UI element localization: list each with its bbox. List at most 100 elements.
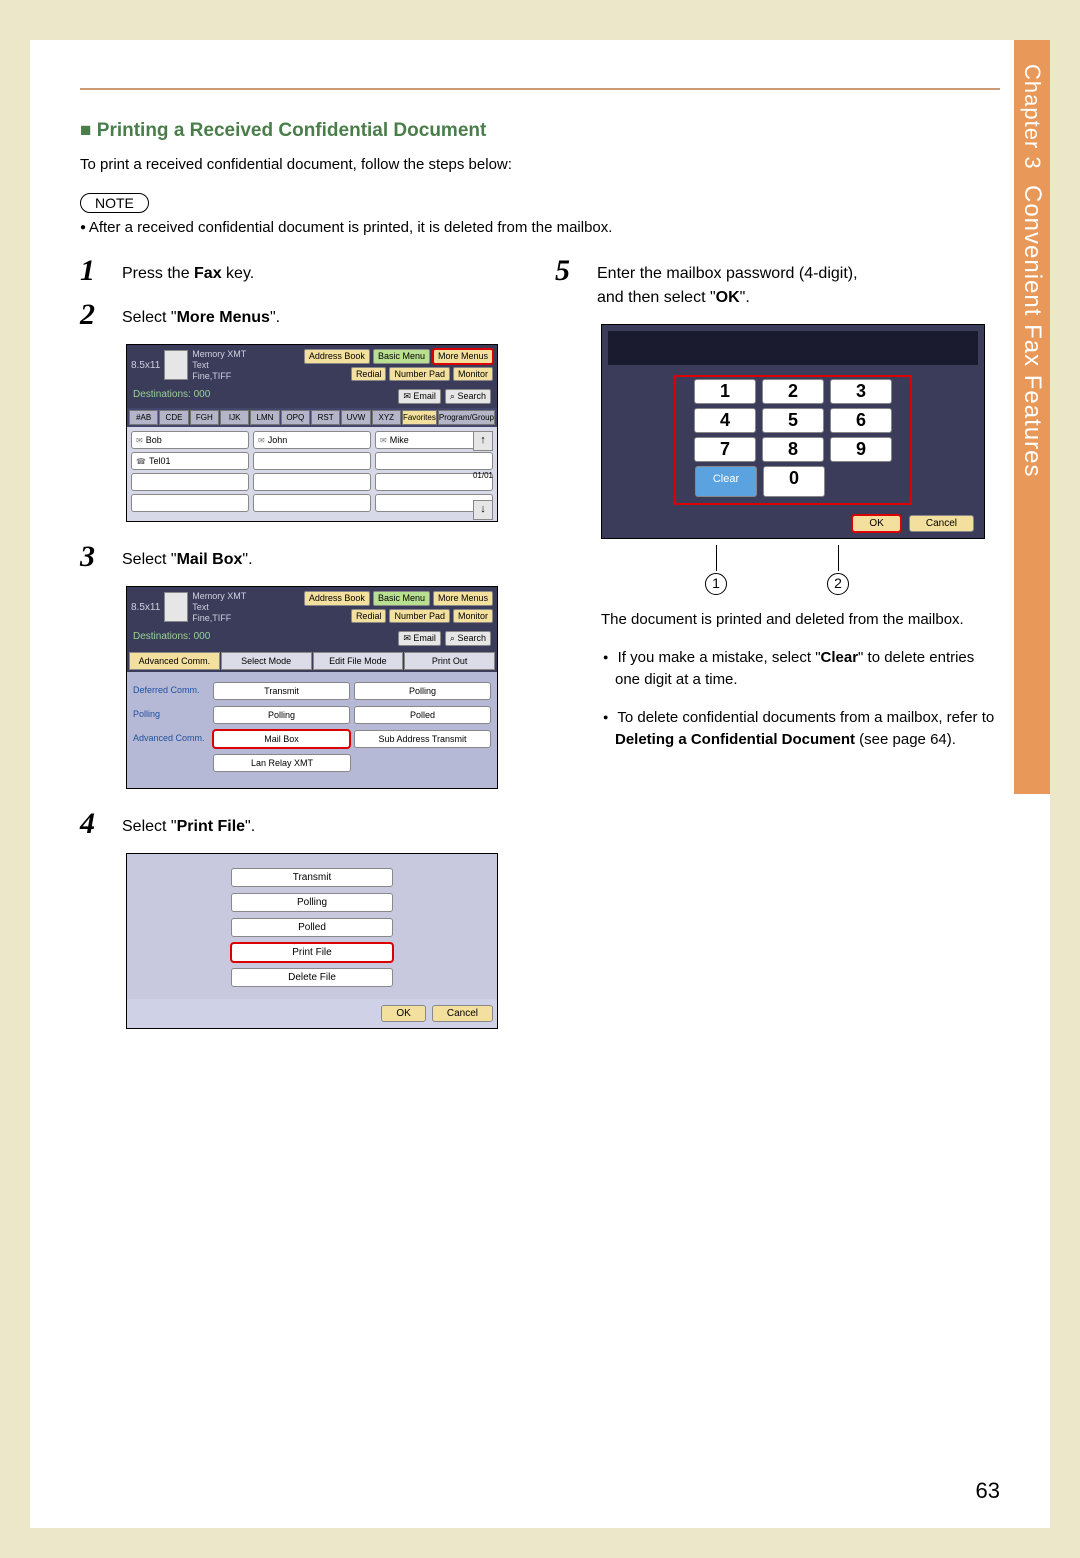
envelope-icon: ✉	[380, 436, 387, 445]
key-1[interactable]: 1	[694, 379, 756, 404]
tab-ab[interactable]: #AB	[129, 410, 158, 425]
tab-select-mode[interactable]: Select Mode	[221, 652, 312, 670]
key-7[interactable]: 7	[694, 437, 756, 462]
chapter-title: Convenient Fax Features	[1018, 185, 1046, 477]
tab-cde[interactable]: CDE	[159, 410, 188, 425]
note-delete: To delete confidential documents from a …	[555, 707, 1000, 752]
chapter-side-tab: Chapter 3 Convenient Fax Features	[1014, 40, 1050, 794]
key-4[interactable]: 4	[694, 408, 756, 433]
callouts: 1 2	[555, 545, 1000, 595]
basic-menu-button[interactable]: Basic Menu	[373, 591, 430, 606]
sub-address-transmit-button[interactable]: Sub Address Transmit	[354, 730, 491, 748]
callout-2: 2	[827, 573, 849, 595]
tab-fgh[interactable]: FGH	[190, 410, 219, 425]
ok-button[interactable]: OK	[381, 1005, 425, 1022]
tab-rst[interactable]: RST	[311, 410, 340, 425]
mail-box-button[interactable]: Mail Box	[213, 730, 350, 748]
key-clear[interactable]: Clear	[695, 466, 757, 497]
email-button[interactable]: ✉ Email	[398, 389, 441, 404]
screenshot-more-menus: 8.5x11 Memory XMT Text Fine,TIFF Address…	[126, 344, 498, 522]
doc-icon	[164, 592, 188, 622]
polled-button[interactable]: Polled	[354, 706, 491, 724]
tab-edit-file-mode[interactable]: Edit File Mode	[313, 652, 404, 670]
phone-icon: ☎	[136, 457, 146, 466]
envelope-icon: ✉	[136, 436, 143, 445]
screenshot-keypad: 1 2 3 4 5 6 7 8 9 Clear	[601, 324, 985, 539]
more-menus-button[interactable]: More Menus	[433, 591, 493, 606]
key-2[interactable]: 2	[762, 379, 824, 404]
columns: 1 Press the Fax key. 2 Select "More Menu…	[80, 256, 1000, 1049]
intro-text: To print a received confidential documen…	[80, 156, 1000, 173]
chapter-label: Chapter 3	[1019, 64, 1045, 170]
note-badge: NOTE	[80, 193, 149, 213]
step-2: 2 Select "More Menus".	[80, 300, 525, 330]
ok-button[interactable]: OK	[852, 515, 900, 532]
basic-menu-button[interactable]: Basic Menu	[373, 349, 430, 364]
page-number: 63	[976, 1478, 1000, 1504]
key-3[interactable]: 3	[830, 379, 892, 404]
tab-print-out[interactable]: Print Out	[404, 652, 495, 670]
key-8[interactable]: 8	[762, 437, 824, 462]
page: Chapter 3 Convenient Fax Features ■ Prin…	[30, 40, 1050, 1528]
tab-favorites[interactable]: Favorites	[402, 410, 437, 425]
polled-button[interactable]: Polled	[231, 918, 393, 937]
result-text: The document is printed and deleted from…	[601, 609, 1000, 632]
alpha-tabs: #AB CDE FGH IJK LMN OPQ RST UVW XYZ Favo…	[127, 408, 497, 427]
tab-ijk[interactable]: IJK	[220, 410, 249, 425]
transmit-button[interactable]: Transmit	[213, 682, 350, 700]
contact-item[interactable]: ☎Tel01	[131, 452, 249, 470]
monitor-button[interactable]: Monitor	[453, 367, 493, 382]
screenshot-mail-box: 8.5x11 Memory XMT Text Fine,TIFF Address…	[126, 586, 498, 789]
contact-item[interactable]: ✉Bob	[131, 431, 249, 449]
callout-1: 1	[705, 573, 727, 595]
note-clear: If you make a mistake, select "Clear" to…	[555, 647, 1000, 692]
polling-button[interactable]: Polling	[231, 893, 393, 912]
search-button[interactable]: ⌕ Search	[445, 389, 491, 404]
polling-button[interactable]: Polling	[354, 682, 491, 700]
step-3: 3 Select "Mail Box".	[80, 542, 525, 572]
number-pad-button[interactable]: Number Pad	[389, 609, 450, 624]
polling-button[interactable]: Polling	[213, 706, 350, 724]
key-9[interactable]: 9	[830, 437, 892, 462]
envelope-icon: ✉	[258, 436, 265, 445]
tab-advanced-comm[interactable]: Advanced Comm.	[129, 652, 220, 670]
section-heading: ■ Printing a Received Confidential Docum…	[80, 120, 1000, 142]
contact-item[interactable]: ✉John	[253, 431, 371, 449]
tab-lmn[interactable]: LMN	[250, 410, 279, 425]
address-book-button[interactable]: Address Book	[304, 349, 370, 364]
key-6[interactable]: 6	[830, 408, 892, 433]
step-4: 4 Select "Print File".	[80, 809, 525, 839]
step-5: 5 Enter the mailbox password (4-digit), …	[555, 256, 1000, 310]
scroll-down-icon[interactable]: ↓	[473, 500, 493, 520]
more-menus-button[interactable]: More Menus	[433, 349, 493, 364]
destinations-label: Destinations: 000	[133, 389, 210, 404]
address-book-button[interactable]: Address Book	[304, 591, 370, 606]
key-0[interactable]: 0	[763, 466, 825, 497]
right-column: 5 Enter the mailbox password (4-digit), …	[555, 256, 1000, 1049]
email-button[interactable]: ✉ Email	[398, 631, 441, 646]
redial-button[interactable]: Redial	[351, 367, 387, 382]
redial-button[interactable]: Redial	[351, 609, 387, 624]
search-button[interactable]: ⌕ Search	[445, 631, 491, 646]
cancel-button[interactable]: Cancel	[909, 515, 974, 532]
password-display	[608, 331, 978, 365]
step-1: 1 Press the Fax key.	[80, 256, 525, 286]
tab-program-group[interactable]: Program/Group	[438, 410, 495, 425]
key-5[interactable]: 5	[762, 408, 824, 433]
lan-relay-xmt-button[interactable]: Lan Relay XMT	[213, 754, 351, 772]
note-text: After a received confidential document i…	[80, 219, 1000, 236]
doc-icon	[164, 350, 188, 380]
tab-uvw[interactable]: UVW	[341, 410, 370, 425]
delete-file-button[interactable]: Delete File	[231, 968, 393, 987]
scroll-up-icon[interactable]: ↑	[473, 431, 493, 451]
tab-xyz[interactable]: XYZ	[372, 410, 401, 425]
screenshot-print-file: Transmit Polling Polled Print File Delet…	[126, 853, 498, 1029]
number-pad-button[interactable]: Number Pad	[389, 367, 450, 382]
tab-opq[interactable]: OPQ	[281, 410, 310, 425]
monitor-button[interactable]: Monitor	[453, 609, 493, 624]
print-file-button[interactable]: Print File	[231, 943, 393, 962]
left-column: 1 Press the Fax key. 2 Select "More Menu…	[80, 256, 525, 1049]
transmit-button[interactable]: Transmit	[231, 868, 393, 887]
cancel-button[interactable]: Cancel	[432, 1005, 493, 1022]
keypad: 1 2 3 4 5 6 7 8 9 Clear	[674, 375, 912, 505]
